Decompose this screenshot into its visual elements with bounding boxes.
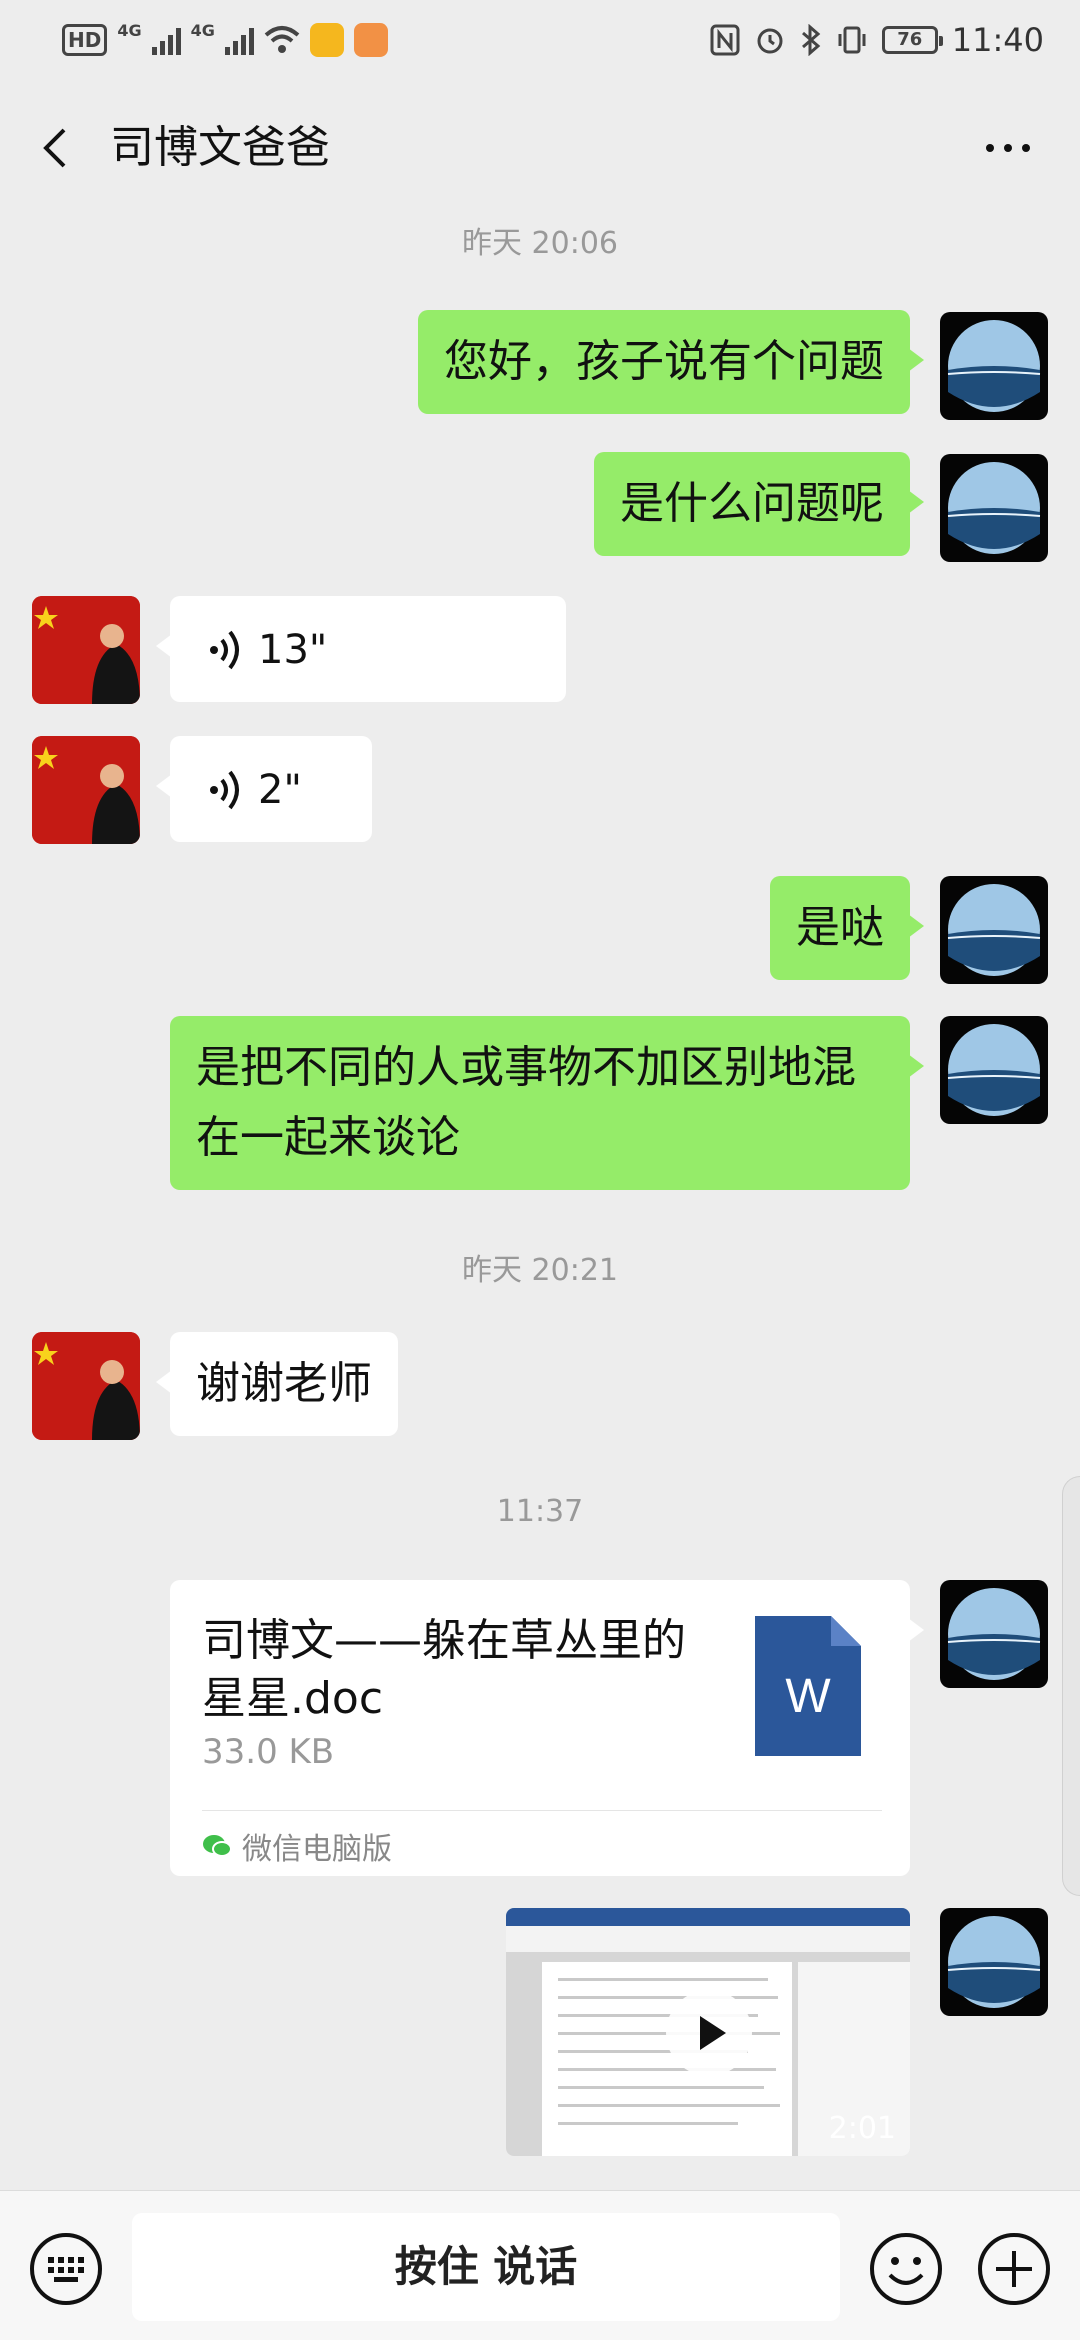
- wifi-icon: [264, 26, 300, 53]
- network-type-2: 4G: [190, 20, 215, 40]
- voice-duration: 13": [258, 627, 328, 673]
- file-source: 微信电脑版: [202, 1824, 392, 1868]
- signal-icon-2: [224, 25, 254, 55]
- message-text: 是把不同的人或事物不加区别地混在一起来谈论: [196, 1042, 856, 1163]
- file-name: 司博文——躲在草丛里的星星.doc: [202, 1615, 686, 1724]
- chat-title: 司博文爸爸: [110, 122, 330, 173]
- health-icon: [353, 23, 388, 57]
- message-bubble-self[interactable]: 是把不同的人或事物不加区别地混在一起来谈论: [170, 1016, 924, 1190]
- mail-icon: [309, 23, 344, 57]
- video-thumb-document: [542, 1962, 792, 2156]
- message-text: 是什么问题呢: [620, 478, 884, 529]
- timestamp: 昨天 20:21: [462, 1253, 618, 1288]
- status-bar: HD 4G 4G 76 11:40: [0, 0, 1080, 80]
- network-type: 4G: [117, 20, 142, 40]
- message-bubble-self[interactable]: 您好，孩子说有个问题: [418, 310, 924, 414]
- keyboard-icon[interactable]: [28, 2231, 104, 2307]
- ocean-avatar-image: [947, 320, 1041, 412]
- video-message[interactable]: 2:01: [506, 1908, 910, 2156]
- ocean-avatar-image: [947, 1024, 1041, 1116]
- contact-avatar-image: [32, 596, 140, 704]
- avatar-self[interactable]: [940, 1016, 1048, 1124]
- bluetooth-icon: [801, 24, 821, 56]
- message-text: 谢谢老师: [196, 1358, 372, 1409]
- status-right: 76 11:40: [710, 18, 1044, 62]
- alarm-icon: [757, 28, 783, 54]
- timestamp: 昨天 20:06: [462, 226, 618, 261]
- side-drawer-handle[interactable]: [1062, 1476, 1080, 1896]
- ocean-avatar-image: [947, 884, 1041, 976]
- word-icon-letter: W: [785, 1670, 831, 1723]
- ocean-avatar-image: [947, 462, 1041, 554]
- message-bubble-self[interactable]: 是什么问题呢: [594, 452, 924, 556]
- video-thumb-toolbar: [506, 1926, 910, 1952]
- voice-message[interactable]: 2": [156, 736, 372, 844]
- message-bubble-self[interactable]: 是哒: [770, 876, 924, 980]
- chat-header: 司博文爸爸: [0, 80, 1080, 214]
- voice-wave-icon: [210, 630, 239, 670]
- message-text: 您好，孩子说有个问题: [444, 336, 884, 387]
- contact-avatar-image: [32, 736, 140, 844]
- battery-icon: 76: [881, 26, 943, 54]
- ocean-avatar-image: [947, 1588, 1041, 1680]
- file-size: 33.0 KB: [202, 1732, 335, 1772]
- chevron-left-icon[interactable]: [30, 116, 86, 180]
- emoji-icon[interactable]: [868, 2231, 944, 2307]
- video-thumb-ribbon: [506, 1908, 910, 1926]
- word-document-icon: W: [755, 1616, 861, 1756]
- plus-icon[interactable]: [976, 2231, 1052, 2307]
- wechat-logo-icon: [203, 1835, 232, 1857]
- hold-to-talk-button[interactable]: 按住 说话: [132, 2213, 840, 2321]
- avatar-contact[interactable]: [32, 596, 140, 704]
- voice-duration: 2": [258, 767, 302, 813]
- nfc-icon: [710, 24, 740, 56]
- avatar-self[interactable]: [940, 1580, 1048, 1688]
- voice-content: 2": [170, 736, 372, 844]
- more-icon[interactable]: [976, 116, 1040, 180]
- signal-icon: [151, 25, 181, 55]
- avatar-self[interactable]: [940, 312, 1048, 420]
- input-bar: 按住 说话: [0, 2190, 1080, 2340]
- avatar-self[interactable]: [940, 1908, 1048, 2016]
- contact-avatar-image: [32, 1332, 140, 1440]
- voice-message[interactable]: 13": [156, 596, 566, 704]
- ocean-avatar-image: [947, 1916, 1041, 2008]
- status-time: 11:40: [951, 21, 1044, 59]
- divider: [202, 1810, 882, 1811]
- voice-wave-icon: [210, 770, 239, 810]
- avatar-self[interactable]: [940, 876, 1048, 984]
- video-duration: 2:01: [828, 2111, 896, 2146]
- avatar-contact[interactable]: [32, 736, 140, 844]
- file-source-label: 微信电脑版: [242, 1832, 392, 1867]
- status-left: HD 4G 4G: [62, 18, 388, 62]
- play-icon[interactable]: [666, 1990, 752, 2076]
- message-text: 是哒: [796, 902, 884, 953]
- timestamp: 11:37: [496, 1494, 584, 1529]
- vibrate-icon: [838, 26, 866, 54]
- avatar-contact[interactable]: [32, 1332, 140, 1440]
- message-bubble-contact[interactable]: 谢谢老师: [156, 1332, 398, 1436]
- avatar-self[interactable]: [940, 454, 1048, 562]
- file-message[interactable]: 司博文——躲在草丛里的星星.doc 33.0 KB W 微信电脑版: [170, 1580, 924, 1876]
- voice-content: 13": [170, 596, 566, 704]
- hd-icon: HD: [62, 24, 108, 56]
